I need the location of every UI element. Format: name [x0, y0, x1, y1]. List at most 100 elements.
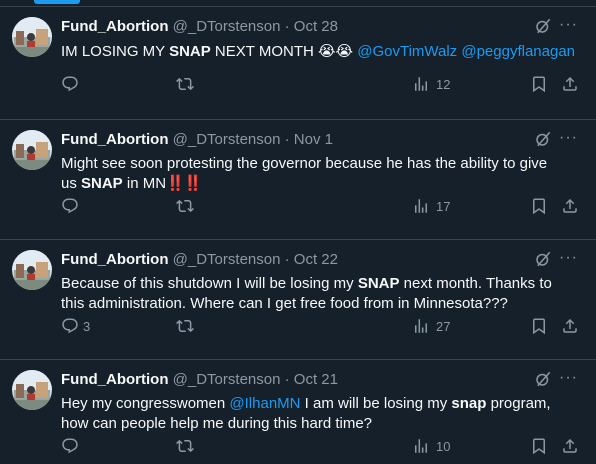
handle[interactable]: @_DTorstenson — [173, 131, 281, 148]
text-bold: SNAP — [81, 175, 123, 192]
tweet-text: Hey my congresswomen @IlhanMN I am will … — [61, 394, 581, 434]
retweet-button[interactable] — [176, 436, 194, 456]
avatar[interactable] — [12, 130, 52, 170]
views-button[interactable]: 17 — [412, 196, 450, 216]
grok-icon[interactable] — [534, 370, 552, 388]
share-icon — [561, 437, 579, 455]
views-icon — [412, 75, 430, 93]
reply-icon — [61, 75, 79, 93]
timestamp[interactable]: Nov 1 — [294, 131, 333, 148]
tweet-header: Fund_Abortion @_DTorstenson · Nov 1 — [61, 131, 333, 149]
text-bold: snap — [451, 395, 487, 412]
tweet-text: IM LOSING MY SNAP NEXT MONTH 😭😭 @GovTimW… — [61, 41, 581, 62]
avatar[interactable] — [12, 370, 52, 410]
reply-count: 3 — [83, 318, 91, 334]
views-button[interactable]: 10 — [412, 436, 450, 456]
text-segment: program, — [486, 395, 551, 412]
retweet-icon — [176, 197, 194, 215]
text-line: how can people help me during this hard … — [61, 415, 373, 432]
display-name[interactable]: Fund_Abortion — [61, 251, 168, 268]
mention-link[interactable]: @GovTimWalz — [357, 43, 457, 60]
grok-icon[interactable] — [534, 250, 552, 268]
separator: · — [280, 251, 294, 268]
reply-icon — [61, 437, 79, 455]
action-bar: 12 — [0, 74, 596, 94]
bookmark-button[interactable] — [530, 196, 548, 216]
display-name[interactable]: Fund_Abortion — [61, 131, 168, 148]
retweet-button[interactable] — [176, 74, 194, 94]
share-button[interactable] — [561, 316, 579, 336]
views-icon — [412, 317, 430, 335]
share-icon — [561, 317, 579, 335]
reply-button[interactable]: 3 — [61, 316, 90, 336]
share-button[interactable] — [561, 436, 579, 456]
tweet-header: Fund_Abortion @_DTorstenson · Oct 28 — [61, 18, 338, 36]
bookmark-icon — [530, 317, 548, 335]
tweet-text: Might see soon protesting the governor b… — [61, 154, 581, 194]
views-icon — [412, 197, 430, 215]
tweet[interactable]: Fund_Abortion @_DTorstenson · Oct 22 ···… — [0, 240, 596, 360]
handle[interactable]: @_DTorstenson — [173, 18, 281, 35]
tweet-header: Fund_Abortion @_DTorstenson · Oct 22 — [61, 251, 338, 269]
tweet[interactable]: Fund_Abortion @_DTorstenson · Oct 21 ···… — [0, 360, 596, 464]
handle[interactable]: @_DTorstenson — [173, 251, 281, 268]
timestamp[interactable]: Oct 28 — [294, 18, 338, 35]
views-button[interactable]: 27 — [412, 316, 450, 336]
avatar[interactable] — [12, 17, 52, 57]
timestamp[interactable]: Oct 21 — [294, 371, 338, 388]
retweet-button[interactable] — [176, 196, 194, 216]
share-button[interactable] — [561, 196, 579, 216]
view-count: 27 — [436, 318, 451, 334]
more-icon[interactable]: ··· — [559, 249, 578, 267]
reply-icon — [61, 317, 79, 335]
view-count: 17 — [436, 198, 451, 214]
share-icon — [561, 197, 579, 215]
grok-icon[interactable] — [534, 17, 552, 35]
tweet[interactable]: Fund_Abortion @_DTorstenson · Oct 28 ···… — [0, 7, 596, 120]
retweet-icon — [176, 437, 194, 455]
text-segment: NEXT MONTH — [210, 43, 318, 60]
text-segment: Hey my congresswomen — [61, 395, 230, 412]
share-icon — [561, 75, 579, 93]
display-name[interactable]: Fund_Abortion — [61, 18, 168, 35]
crying-emoji: 😭😭 — [318, 42, 354, 60]
reply-button[interactable] — [61, 74, 85, 94]
views-icon — [412, 437, 430, 455]
bookmark-button[interactable] — [530, 316, 548, 336]
tweet[interactable]: Fund_Abortion @_DTorstenson · Nov 1 ··· … — [0, 120, 596, 240]
tweet-header: Fund_Abortion @_DTorstenson · Oct 21 — [61, 371, 338, 389]
text-segment: in MN — [122, 175, 167, 192]
more-icon[interactable]: ··· — [559, 369, 578, 387]
view-count: 12 — [436, 76, 451, 92]
action-bar: 17 — [0, 196, 596, 216]
retweet-button[interactable] — [176, 316, 194, 336]
text-line: Because of this shutdown I will be losin… — [61, 274, 581, 294]
more-icon[interactable]: ··· — [559, 16, 578, 34]
bookmark-icon — [530, 437, 548, 455]
more-icon[interactable]: ··· — [559, 129, 578, 147]
text-line: Hey my congresswomen @IlhanMN I am will … — [61, 394, 581, 414]
action-bar: 10 — [0, 436, 596, 456]
views-button[interactable]: 12 — [412, 74, 450, 94]
text-line: Might see soon protesting the governor b… — [61, 155, 548, 172]
handle[interactable]: @_DTorstenson — [173, 371, 281, 388]
bookmark-button[interactable] — [530, 74, 548, 94]
tweet-text: Because of this shutdown I will be losin… — [61, 274, 581, 314]
reply-button[interactable] — [61, 196, 85, 216]
avatar[interactable] — [12, 250, 52, 290]
text-segment: us — [61, 175, 82, 192]
share-button[interactable] — [561, 74, 579, 94]
mention-link[interactable]: @IlhanMN — [229, 395, 300, 412]
reply-button[interactable] — [61, 436, 85, 456]
text-bold: SNAP — [169, 43, 211, 60]
grok-icon[interactable] — [534, 130, 552, 148]
text-segment: I am will be losing my — [300, 395, 452, 412]
display-name[interactable]: Fund_Abortion — [61, 371, 168, 388]
text-segment: next month. Thanks to — [399, 275, 552, 292]
retweet-icon — [176, 317, 194, 335]
separator: · — [280, 131, 294, 148]
reply-icon — [61, 197, 79, 215]
bookmark-button[interactable] — [530, 436, 548, 456]
timestamp[interactable]: Oct 22 — [294, 251, 338, 268]
mention-link[interactable]: @peggyflanagan — [461, 43, 575, 60]
